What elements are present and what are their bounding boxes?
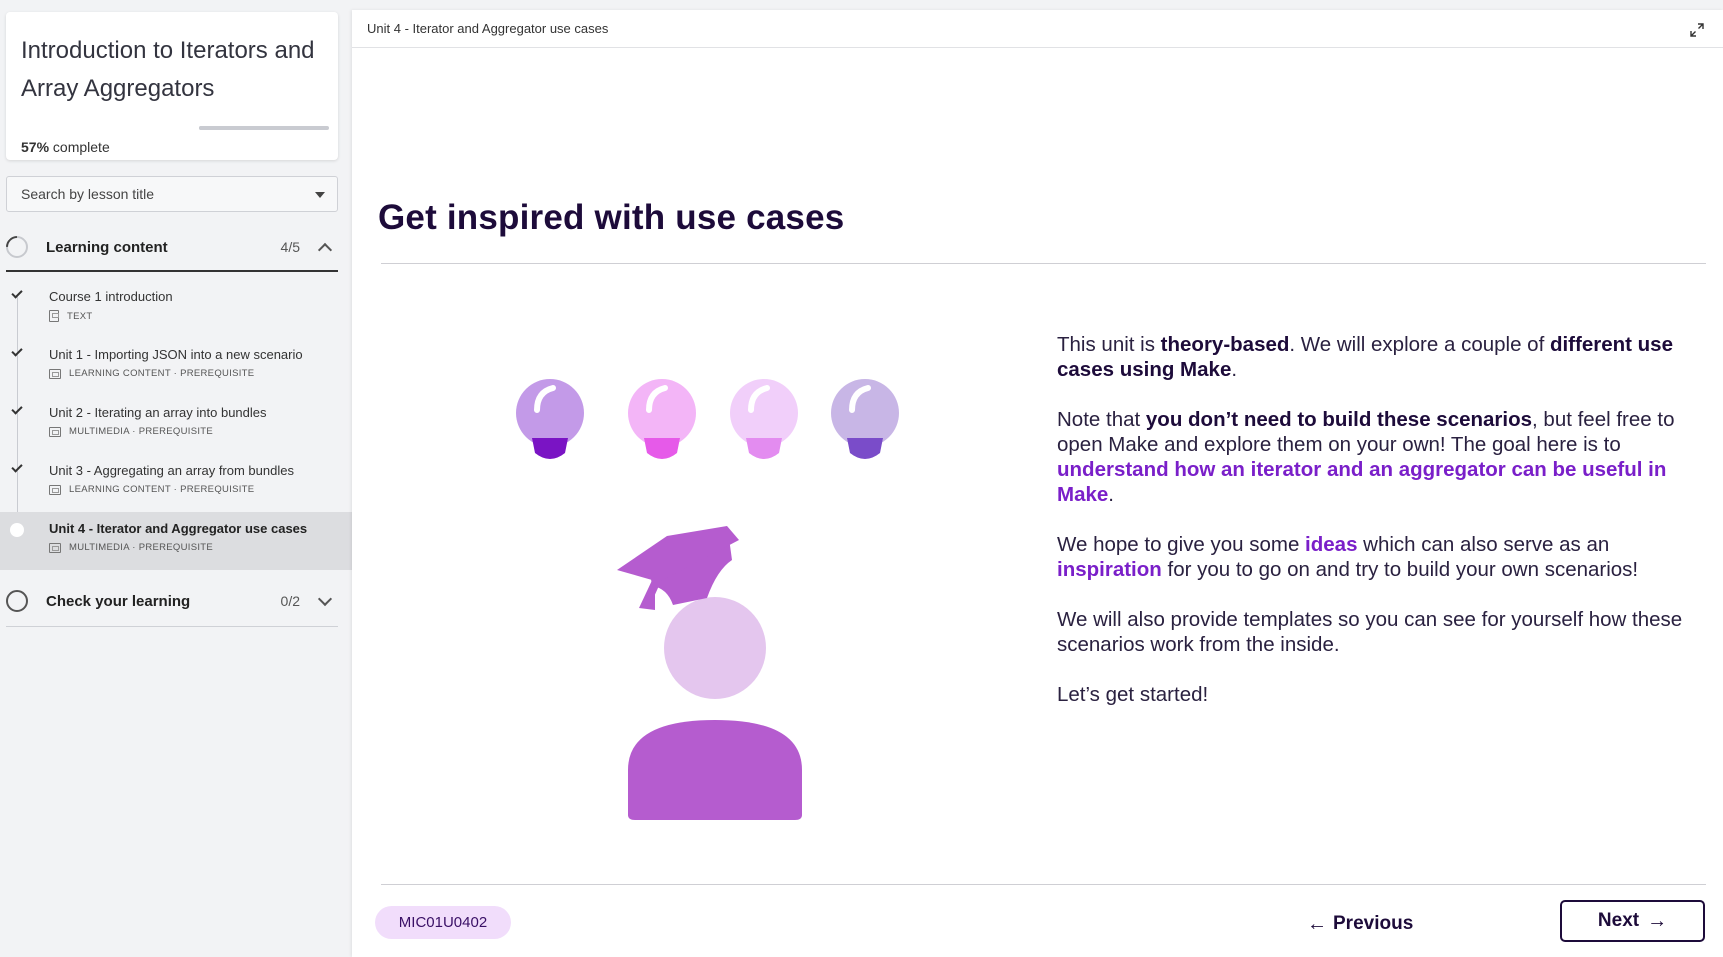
lesson-item[interactable]: Unit 2 - Iterating an array into bundles… xyxy=(0,396,352,454)
next-label: Next xyxy=(1597,910,1640,931)
section-learning-content[interactable]: Learning content 4/5 xyxy=(1,227,338,267)
lesson-meta: MULTIMEDIA · PREREQUISITE xyxy=(49,426,352,437)
current-lesson-dot-icon xyxy=(10,523,24,537)
para-text: This unit is xyxy=(1057,333,1161,356)
paragraph: This unit is theory-based. We will explo… xyxy=(1057,332,1707,382)
section-count: 0/2 xyxy=(280,593,300,609)
highlight: understand how an iterator and an aggreg… xyxy=(1057,458,1667,506)
arrow-right-icon: → xyxy=(1647,910,1668,932)
section-label: Learning content xyxy=(46,238,168,256)
lesson-list: Course 1 introduction TEXT Unit 1 - Impo… xyxy=(0,280,352,570)
lesson-meta-text: MULTIMEDIA · PREREQUISITE xyxy=(69,426,214,437)
progress-fill xyxy=(199,126,274,130)
lesson-title: Unit 1 - Importing JSON into a new scena… xyxy=(49,347,303,362)
previous-label: Previous xyxy=(1333,913,1414,934)
lesson-title: Unit 4 - Iterator and Aggregator use cas… xyxy=(49,521,308,536)
lesson-meta-text: LEARNING CONTENT · PREREQUISITE xyxy=(69,484,255,495)
para-text: . We will explore a couple of xyxy=(1289,333,1550,356)
empty-ring-icon xyxy=(6,590,28,612)
para-text: which can also serve as an xyxy=(1357,533,1610,556)
progress-text: 57% complete xyxy=(21,139,110,155)
lightbulb-icon xyxy=(831,379,899,459)
paragraph: We will also provide templates so you ca… xyxy=(1057,608,1683,656)
graduate-person-icon xyxy=(617,526,802,820)
multimedia-icon xyxy=(49,542,61,553)
para-text: We hope to give you some xyxy=(1057,533,1306,556)
section-check-your-learning[interactable]: Check your learning 0/2 xyxy=(6,581,338,621)
chevron-up-icon xyxy=(317,242,333,257)
lesson-meta-text: TEXT xyxy=(67,310,93,322)
lesson-meta: LEARNING CONTENT · PREREQUISITE xyxy=(49,484,352,495)
lightbulb-icon xyxy=(516,379,584,459)
lesson-item-active[interactable]: Unit 4 - Iterator and Aggregator use cas… xyxy=(0,512,352,570)
paragraph: We hope to give you some ideas which can… xyxy=(1057,532,1707,582)
lesson-content: Unit 4 - Iterator and Aggregator use cas… xyxy=(352,10,1723,957)
lightbulb-icon xyxy=(628,379,696,459)
lesson-meta: MULTIMEDIA · PREREQUISITE xyxy=(49,542,352,553)
page-title: Get inspired with use cases xyxy=(378,198,845,237)
footer-divider xyxy=(381,884,1706,885)
paragraph: Note that you don’t need to build these … xyxy=(1057,407,1707,507)
lesson-meta: LEARNING CONTENT · PREREQUISITE xyxy=(49,368,352,379)
emphasis: you don’t need to build these scenarios xyxy=(1145,408,1533,431)
content-topbar: Unit 4 - Iterator and Aggregator use cas… xyxy=(352,10,1723,48)
check-icon xyxy=(11,461,23,473)
progress-ring-icon xyxy=(1,231,33,263)
lesson-title: Unit 3 - Aggregating an array from bundl… xyxy=(49,463,294,478)
expand-icon[interactable] xyxy=(1689,22,1705,38)
lesson-meta: TEXT xyxy=(49,310,352,322)
highlight: inspiration xyxy=(1057,558,1162,581)
multimedia-icon xyxy=(49,426,61,437)
paragraph: Let’s get started! xyxy=(1057,683,1209,706)
course-title: Introduction to Iterators and Array Aggr… xyxy=(21,37,315,102)
progress-bar xyxy=(199,126,329,130)
content-icon xyxy=(49,484,61,495)
check-icon xyxy=(11,345,23,357)
lesson-body: This unit is theory-based. We will explo… xyxy=(1057,332,1707,732)
progress-percent: 57% xyxy=(21,139,50,155)
emphasis: theory-based xyxy=(1160,333,1290,356)
lesson-item[interactable]: Course 1 introduction TEXT xyxy=(0,280,352,338)
lesson-search-select[interactable]: Search by lesson title xyxy=(6,176,338,212)
lesson-meta-text: MULTIMEDIA · PREREQUISITE xyxy=(69,542,214,553)
para-text: . xyxy=(1108,483,1114,506)
chevron-down-icon xyxy=(317,591,333,606)
caret-down-icon xyxy=(315,192,325,198)
check-icon xyxy=(11,403,23,415)
lesson-title: Unit 2 - Iterating an array into bundles xyxy=(49,405,267,420)
content-icon xyxy=(49,368,61,379)
next-button[interactable]: Next → xyxy=(1560,900,1705,942)
arrow-left-icon: ← xyxy=(1307,913,1327,935)
lesson-item[interactable]: Unit 3 - Aggregating an array from bundl… xyxy=(0,454,352,512)
para-text: Note that xyxy=(1057,408,1146,431)
highlight: ideas xyxy=(1305,533,1358,556)
inspiration-illustration xyxy=(516,379,899,820)
previous-button[interactable]: ← Previous xyxy=(1307,904,1413,944)
sidebar: Introduction to Iterators and Array Aggr… xyxy=(0,0,352,957)
breadcrumb: Unit 4 - Iterator and Aggregator use cas… xyxy=(367,21,609,36)
section-label: Check your learning xyxy=(46,592,191,610)
para-text: . xyxy=(1231,358,1238,381)
lesson-code-badge: MIC01U0402 xyxy=(375,906,511,939)
lesson-title: Course 1 introduction xyxy=(49,289,173,304)
text-doc-icon xyxy=(49,310,59,322)
lesson-search-placeholder: Search by lesson title xyxy=(21,186,155,202)
para-text: for you to go on and try to build your o… xyxy=(1161,558,1639,581)
section-divider xyxy=(6,270,338,272)
section-divider xyxy=(6,626,338,627)
lesson-item[interactable]: Unit 1 - Importing JSON into a new scena… xyxy=(0,338,352,396)
lightbulb-icon xyxy=(730,379,798,459)
section-count: 4/5 xyxy=(280,239,300,255)
progress-suffix: complete xyxy=(49,139,110,155)
title-divider xyxy=(381,263,1706,264)
course-card: Introduction to Iterators and Array Aggr… xyxy=(6,12,338,160)
check-icon xyxy=(11,287,23,299)
lesson-meta-text: LEARNING CONTENT · PREREQUISITE xyxy=(69,368,255,379)
